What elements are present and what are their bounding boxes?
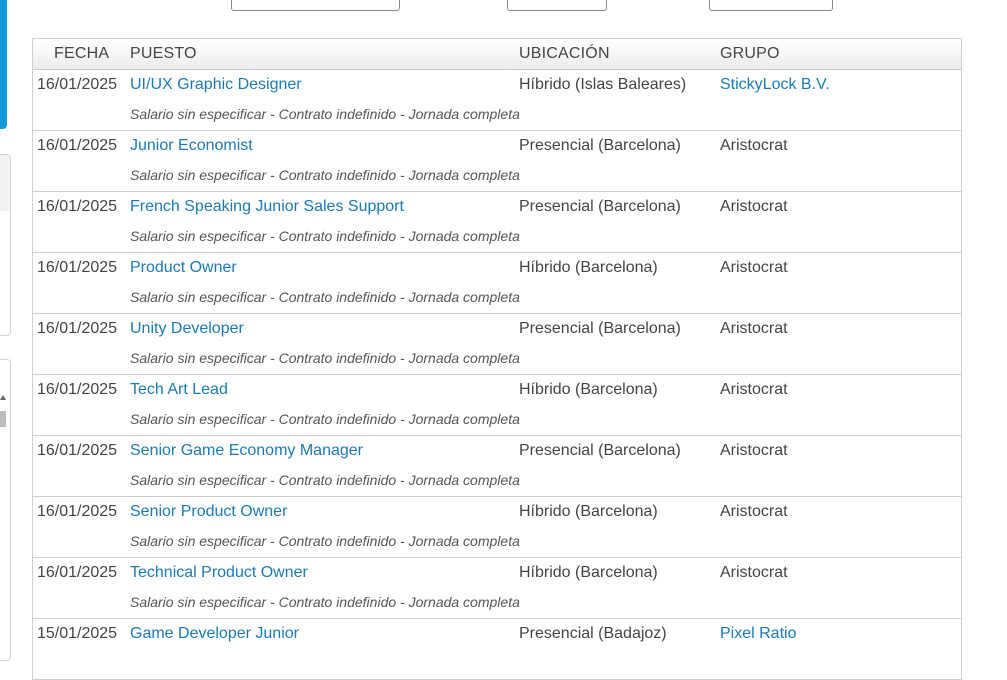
row-company: Aristocrat (720, 503, 788, 520)
table-row: 16/01/2025 Technical Product Owner Híbrido… (33, 558, 961, 619)
table-row: 16/01/2025 French Speaking Junior Sales S… (33, 192, 961, 253)
sidebar-accent-bar (0, 0, 7, 129)
row-location: Presencial (Barcelona) (519, 442, 681, 459)
row-job-details: Salario sin especificar - Contrato indef… (130, 411, 520, 427)
row-job-details: Salario sin especificar - Contrato indef… (130, 106, 520, 122)
job-title-link[interactable]: Unity Developer (130, 320, 244, 338)
filter-field-3[interactable] (709, 0, 833, 11)
row-location: Híbrido (Barcelona) (519, 503, 658, 520)
filter-field-2[interactable] (507, 0, 607, 11)
job-title-link[interactable]: Game Developer Junior (130, 625, 299, 643)
job-title-link[interactable]: Junior Economist (130, 137, 253, 155)
row-job-details: Salario sin especificar - Contrato indef… (130, 594, 520, 610)
row-date: 16/01/2025 (37, 320, 118, 337)
job-title-link[interactable]: Senior Game Economy Manager (130, 442, 363, 460)
job-title-link[interactable]: Technical Product Owner (130, 564, 308, 582)
row-company: Aristocrat (720, 320, 788, 337)
table-row: 16/01/2025 Unity Developer Presencial (Bar… (33, 314, 961, 375)
row-date: 16/01/2025 (37, 137, 118, 154)
row-location: Híbrido (Islas Baleares) (519, 76, 687, 93)
table-header: FECHA PUESTO UBICACIÓN GRUPO (33, 39, 961, 70)
row-location: Presencial (Barcelona) (519, 320, 681, 337)
job-title-link[interactable]: Senior Product Owner (130, 503, 287, 521)
row-date: 16/01/2025 (37, 564, 118, 581)
column-header-puesto[interactable]: PUESTO (130, 45, 197, 63)
row-location: Presencial (Barcelona) (519, 137, 681, 154)
row-company: Aristocrat (720, 381, 788, 398)
row-date: 16/01/2025 (37, 259, 118, 276)
row-date: 16/01/2025 (37, 381, 118, 398)
sidebar-panel-header (0, 155, 10, 211)
table-row: 15/01/2025 Game Developer Junior Presencia… (33, 619, 961, 680)
row-date: 16/01/2025 (37, 198, 118, 215)
table-row: 16/01/2025 Tech Art Lead Híbrido (Barcelon… (33, 375, 961, 436)
row-company: Aristocrat (720, 442, 788, 459)
scroll-up-arrow-icon[interactable] (0, 395, 6, 400)
scrollbar-thumb[interactable] (0, 411, 6, 427)
row-date: 16/01/2025 (37, 503, 118, 520)
row-location: Híbrido (Barcelona) (519, 564, 658, 581)
job-title-link[interactable]: Product Owner (130, 259, 237, 277)
row-company: Aristocrat (720, 259, 788, 276)
row-job-details: Salario sin especificar - Contrato indef… (130, 533, 520, 549)
row-location: Presencial (Badajoz) (519, 625, 667, 642)
column-header-grupo[interactable]: GRUPO (720, 45, 780, 63)
row-job-details: Salario sin especificar - Contrato indef… (130, 228, 520, 244)
row-company[interactable]: Pixel Ratio (720, 625, 796, 643)
row-location: Presencial (Barcelona) (519, 198, 681, 215)
job-title-link[interactable]: French Speaking Junior Sales Support (130, 198, 404, 216)
sidebar-panel (0, 359, 11, 661)
row-job-details: Salario sin especificar - Contrato indef… (130, 289, 520, 305)
row-company: Aristocrat (720, 564, 788, 581)
row-location: Híbrido (Barcelona) (519, 259, 658, 276)
row-company: Aristocrat (720, 198, 788, 215)
row-date: 16/01/2025 (37, 76, 118, 93)
job-listings-table: FECHA PUESTO UBICACIÓN GRUPO 16/01/2025 U… (32, 38, 962, 680)
row-date: 15/01/2025 (37, 625, 118, 642)
row-company[interactable]: StickyLock B.V. (720, 76, 830, 94)
row-company: Aristocrat (720, 137, 788, 154)
row-job-details: Salario sin especificar - Contrato indef… (130, 167, 520, 183)
sidebar-panel (0, 154, 11, 336)
table-row: 16/01/2025 Product Owner Híbrido (Barcelon… (33, 253, 961, 314)
filter-field-1[interactable] (231, 0, 400, 11)
table-row: 16/01/2025 Senior Game Economy Manager Pre… (33, 436, 961, 497)
column-header-ubicacion[interactable]: UBICACIÓN (519, 45, 610, 63)
table-row: 16/01/2025 Senior Product Owner Híbrido (B… (33, 497, 961, 558)
row-date: 16/01/2025 (37, 442, 118, 459)
row-job-details: Salario sin especificar - Contrato indef… (130, 350, 520, 366)
job-title-link[interactable]: UI/UX Graphic Designer (130, 76, 302, 94)
table-row: 16/01/2025 Junior Economist Presencial (Ba… (33, 131, 961, 192)
job-title-link[interactable]: Tech Art Lead (130, 381, 228, 399)
column-header-fecha[interactable]: FECHA (54, 45, 109, 63)
row-job-details: Salario sin especificar - Contrato indef… (130, 472, 520, 488)
table-row: 16/01/2025 UI/UX Graphic Designer Híbrido … (33, 70, 961, 131)
table-body: 16/01/2025 UI/UX Graphic Designer Híbrido … (33, 70, 961, 680)
row-location: Híbrido (Barcelona) (519, 381, 658, 398)
